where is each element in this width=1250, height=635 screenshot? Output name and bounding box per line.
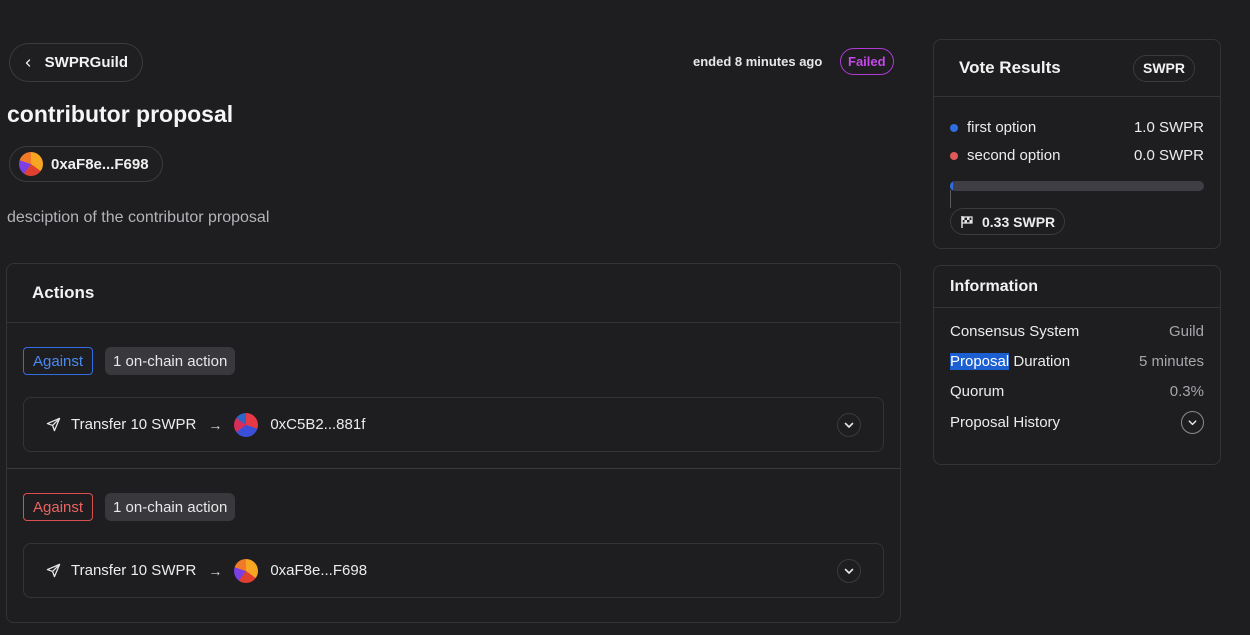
info-label: Consensus System — [950, 323, 1080, 340]
status-badge: Failed — [840, 48, 894, 75]
author-address: 0xaF8e...F698 — [51, 155, 149, 173]
actions-card: Actions Against 1 on-chain action Transf… — [6, 263, 901, 623]
action-option-block: Against 1 on-chain action Transfer 10 SW… — [7, 323, 900, 469]
vote-results-title: Vote Results — [959, 58, 1061, 77]
recipient-address: 0xaF8e...F698 — [270, 562, 368, 579]
send-icon — [46, 563, 61, 578]
avatar — [19, 152, 43, 176]
quorum-value: 0.33 SWPR — [982, 213, 1056, 230]
author-chip[interactable]: 0xaF8e...F698 — [9, 146, 163, 182]
info-row-quorum: Quorum 0.3% — [950, 383, 1204, 400]
information-card: Information Consensus System Guild Propo… — [933, 265, 1221, 465]
information-title: Information — [950, 277, 1038, 295]
flag-icon — [961, 215, 973, 228]
back-button-label: SWPRGuild — [44, 54, 128, 71]
option-tag: Against — [23, 347, 94, 375]
action-count-badge: 1 on-chain action — [105, 493, 236, 521]
actions-title: Actions — [7, 264, 900, 323]
action-row[interactable]: Transfer 10 SWPR → 0xC5B2...881f — [23, 397, 884, 452]
expand-action-button[interactable] — [837, 558, 861, 583]
info-value: 0.3% — [1169, 383, 1204, 400]
quorum-marker — [950, 190, 951, 208]
chevron-down-icon — [844, 422, 854, 428]
vote-option-value: 0.0 SWPR — [1133, 147, 1204, 164]
option-dot-icon — [950, 123, 958, 132]
expand-history-button[interactable] — [1181, 411, 1204, 434]
selected-text: Proposal — [950, 353, 1010, 370]
avatar — [234, 412, 259, 437]
back-button[interactable]: SWPRGuild — [9, 43, 143, 82]
token-chip: SWPR — [1133, 54, 1195, 82]
page-title: contributor proposal — [7, 101, 234, 127]
send-icon — [46, 417, 61, 432]
action-row[interactable]: Transfer 10 SWPR → 0xaF8e...F698 — [23, 543, 884, 598]
vote-option-row: second option 0.0 SWPR — [950, 147, 1204, 164]
info-row-duration: Proposal Duration 5 minutes — [950, 353, 1204, 370]
info-value: 5 minutes — [1138, 353, 1204, 370]
action-count-badge: 1 on-chain action — [105, 347, 236, 375]
arrow-right-icon: → — [208, 562, 223, 579]
info-row-history[interactable]: Proposal History — [950, 411, 1204, 434]
option-dot-icon — [950, 151, 958, 160]
info-value: Guild — [1168, 323, 1204, 340]
expand-action-button[interactable] — [837, 412, 861, 437]
recipient-address: 0xC5B2...881f — [270, 416, 366, 433]
vote-progress-bar — [950, 181, 1204, 191]
transfer-text: Transfer 10 SWPR — [71, 562, 197, 579]
info-row-consensus: Consensus System Guild — [950, 323, 1204, 340]
info-label: Proposal History — [950, 414, 1061, 431]
arrow-right-icon: → — [208, 416, 223, 433]
vote-option-value: 1.0 SWPR — [1133, 119, 1204, 136]
vote-option-label: second option — [967, 147, 1061, 164]
vote-option-row: first option 1.0 SWPR — [950, 119, 1204, 136]
info-label: Quorum — [950, 383, 1005, 400]
avatar — [234, 558, 259, 583]
info-label: Proposal Duration — [950, 353, 1070, 370]
vote-option-label: first option — [967, 119, 1037, 136]
option-tag: Against — [23, 493, 94, 521]
info-label-rest: Duration — [1009, 353, 1071, 370]
transfer-text: Transfer 10 SWPR — [71, 416, 197, 433]
chevron-down-icon — [844, 568, 854, 574]
chevron-left-icon — [25, 58, 31, 67]
ended-time-text: ended 8 minutes ago — [693, 54, 823, 69]
action-option-block: Against 1 on-chain action Transfer 10 SW… — [7, 469, 900, 622]
proposal-description: desciption of the contributor proposal — [7, 209, 270, 226]
vote-results-card: Vote Results SWPR first option 1.0 SWPR … — [933, 39, 1221, 249]
quorum-chip: 0.33 SWPR — [950, 208, 1066, 235]
chevron-down-icon — [1188, 420, 1197, 426]
